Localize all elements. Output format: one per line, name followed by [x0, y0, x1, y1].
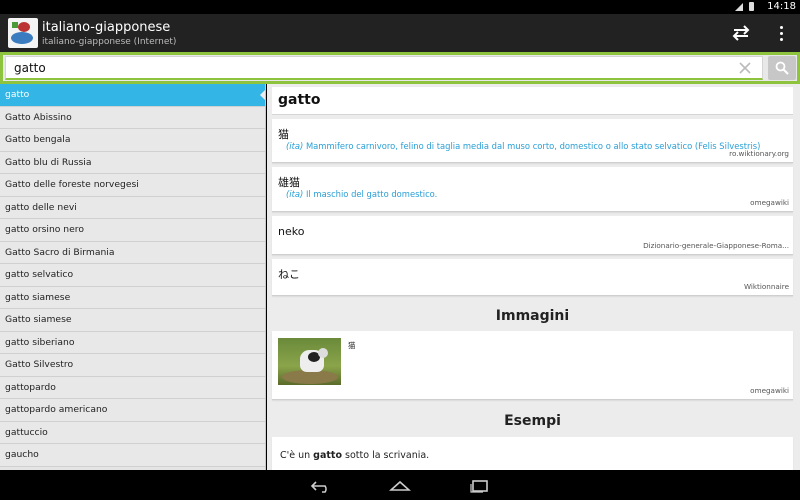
app-subtitle: italiano-giapponese (Internet): [42, 37, 177, 47]
example-sentence: C'è un gatto sotto la scrivania.: [280, 450, 430, 461]
word-list-item[interactable]: gattuccio: [0, 421, 265, 444]
word-list-item[interactable]: Gatto blu di Russia: [0, 151, 265, 174]
word-list-item[interactable]: gatto siberiano: [0, 331, 265, 354]
search-icon: [775, 61, 789, 75]
translation-card[interactable]: neko Dizionario-generale-Giapponese-Roma…: [272, 216, 793, 255]
translation-term: neko: [278, 225, 305, 238]
word-list-item[interactable]: gatto orsino nero: [0, 219, 265, 242]
search-button[interactable]: [768, 56, 796, 80]
translation-term: ねこ: [278, 268, 300, 281]
clear-icon[interactable]: [738, 60, 752, 74]
overflow-menu-icon[interactable]: [776, 23, 786, 43]
search-input[interactable]: [5, 56, 763, 80]
translation-definition: (ita) Mammifero carnivoro, felino di tag…: [286, 141, 761, 151]
entry-headword: gatto: [278, 92, 321, 108]
word-list-item[interactable]: gatto delle nevi: [0, 196, 265, 219]
recents-icon[interactable]: [469, 478, 491, 497]
word-list-item[interactable]: Gatto Silvestro: [0, 354, 265, 377]
word-list-item[interactable]: Gatto bengala: [0, 129, 265, 152]
entry-header: gatto: [272, 87, 793, 115]
cat-image[interactable]: [278, 338, 341, 385]
action-bar: italiano-giapponese italiano-giapponese …: [0, 14, 800, 52]
examples-section-title: Esempi: [504, 413, 561, 429]
app-title: italiano-giapponese: [42, 20, 171, 35]
app-logo-icon[interactable]: [8, 18, 38, 48]
status-bar: 14:18: [0, 0, 800, 14]
translation-card[interactable]: 雄猫 (ita) Il maschio del gatto domestico.…: [272, 167, 793, 212]
translation-source: Dizionario-generale-Giapponese-Roma...: [643, 241, 789, 250]
word-list-item[interactable]: gaucho: [0, 444, 265, 467]
translation-source: omegawiki: [750, 198, 789, 207]
word-list-item[interactable]: gatto: [0, 84, 265, 107]
swap-icon[interactable]: [730, 23, 752, 43]
word-list-item[interactable]: Gatto Abissino: [0, 106, 265, 129]
image-card[interactable]: 猫 omegawiki: [272, 331, 793, 400]
status-icons: [735, 2, 754, 11]
image-source: omegawiki: [750, 386, 789, 395]
navigation-bar: [0, 470, 800, 500]
translation-definition: (ita) Il maschio del gatto domestico.: [286, 189, 438, 199]
image-caption: 猫: [348, 341, 356, 350]
entry-pane: gatto 猫 (ita) Mammifero carnivoro, felin…: [267, 84, 800, 470]
status-time: 14:18: [767, 1, 796, 12]
battery-icon: [749, 2, 754, 11]
word-list-item[interactable]: gattopardo: [0, 376, 265, 399]
translation-card[interactable]: 猫 (ita) Mammifero carnivoro, felino di t…: [272, 119, 793, 163]
word-list-item[interactable]: gattopardo americano: [0, 399, 265, 422]
translation-source: ro.wiktionary.org: [729, 149, 789, 158]
word-list: gatto Gatto Abissino Gatto bengala Gatto bl…: [0, 84, 266, 470]
word-list-item[interactable]: gatto siamese: [0, 286, 265, 309]
translation-term: 雄猫: [278, 176, 300, 189]
images-section-title: Immagini: [495, 308, 570, 324]
word-list-item[interactable]: Gatto siamese: [0, 309, 265, 332]
search-bar: [0, 52, 800, 84]
translation-term: 猫: [278, 128, 289, 141]
word-list-item[interactable]: gatto selvatico: [0, 264, 265, 287]
home-icon[interactable]: [388, 478, 412, 497]
signal-icon: [735, 2, 743, 11]
word-list-item[interactable]: Gatto Sacro di Birmania: [0, 241, 265, 264]
word-list-item[interactable]: Gatto delle foreste norvegesi: [0, 174, 265, 197]
translation-card[interactable]: ねこ Wiktionnaire: [272, 259, 793, 296]
translation-source: Wiktionnaire: [743, 282, 789, 291]
back-icon[interactable]: [310, 478, 332, 497]
example-card[interactable]: C'è un gatto sotto la scrivania.: [272, 437, 793, 470]
